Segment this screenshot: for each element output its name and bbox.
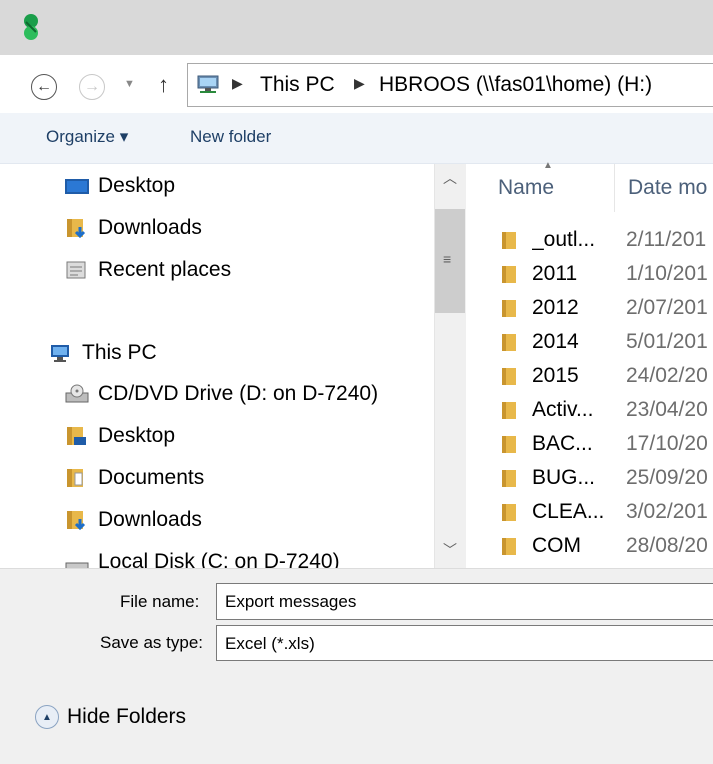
recent-places-icon bbox=[64, 259, 92, 281]
scroll-up-icon[interactable]: ︿ bbox=[434, 168, 466, 196]
desktop-icon bbox=[64, 175, 92, 197]
file-date: 24/02/20 bbox=[626, 364, 708, 387]
file-name: COM bbox=[532, 534, 581, 557]
local-disk-icon bbox=[64, 551, 92, 568]
breadcrumb-drive[interactable]: HBROOS (\\fas01\home) (H:) bbox=[379, 73, 652, 97]
column-divider[interactable] bbox=[614, 164, 615, 212]
nav-item-documents[interactable]: Documents bbox=[64, 463, 204, 493]
file-date: 1/10/201 bbox=[626, 262, 708, 285]
file-date: 2/07/201 bbox=[626, 296, 708, 319]
nav-item-downloads[interactable]: Downloads bbox=[64, 213, 202, 243]
nav-item-label: Downloads bbox=[98, 508, 202, 531]
folder-icon bbox=[500, 264, 524, 284]
desktop-folder-icon bbox=[64, 425, 92, 447]
file-row[interactable]: CLEA... 3/02/201 bbox=[500, 497, 713, 527]
scroll-grip-icon: ≡ bbox=[443, 251, 452, 267]
app-logo-icon bbox=[24, 14, 38, 40]
folder-icon bbox=[500, 434, 524, 454]
downloads-folder-icon bbox=[64, 217, 92, 239]
back-arrow-icon[interactable]: ← bbox=[31, 74, 57, 100]
title-bar bbox=[0, 0, 713, 55]
file-row[interactable]: Activ... 23/04/20 bbox=[500, 395, 713, 425]
column-header-date[interactable]: Date mo bbox=[628, 176, 707, 200]
file-name: 2014 bbox=[532, 330, 579, 353]
scroll-down-icon[interactable]: ﹀ bbox=[434, 540, 466, 568]
file-row[interactable]: COM 28/08/20 bbox=[500, 531, 713, 561]
navigation-pane[interactable]: Desktop Downloads Recent places This PC … bbox=[0, 164, 434, 568]
nav-item-label: Desktop bbox=[98, 424, 176, 447]
folder-icon bbox=[500, 366, 524, 386]
file-name: CLEA... bbox=[532, 500, 605, 523]
file-name: _outl... bbox=[532, 228, 596, 251]
folder-icon bbox=[500, 332, 524, 352]
nav-item-label: Documents bbox=[98, 466, 205, 489]
file-row[interactable]: 2014 5/01/201 bbox=[500, 327, 713, 357]
address-bar[interactable]: ▶ This PC ▶ HBROOS (\\fas01\home) (H:) bbox=[187, 63, 713, 107]
file-row[interactable]: _outl... 2/11/201 bbox=[500, 225, 713, 255]
hide-folders-button[interactable]: ▲ Hide Folders bbox=[35, 705, 186, 729]
file-name: Activ... bbox=[532, 398, 594, 421]
nav-item-label: Local Disk (C: on D-7240) bbox=[98, 550, 340, 568]
hide-folders-label: Hide Folders bbox=[67, 705, 187, 728]
file-date: 25/09/20 bbox=[626, 466, 708, 489]
file-name: 2015 bbox=[532, 364, 579, 387]
nav-item-local-disk[interactable]: Local Disk (C: on D-7240) bbox=[64, 547, 340, 568]
save-as-type-select[interactable]: Excel (*.xls) bbox=[216, 625, 713, 661]
column-header-name[interactable]: Name bbox=[498, 176, 554, 200]
downloads-folder-icon bbox=[64, 509, 92, 531]
file-date: 23/04/20 bbox=[626, 398, 708, 421]
nav-item-desktop-folder[interactable]: Desktop bbox=[64, 421, 175, 451]
recent-locations-chevron-icon[interactable]: ▼ bbox=[124, 78, 135, 90]
file-date: 5/01/201 bbox=[626, 330, 708, 353]
folder-icon bbox=[500, 400, 524, 420]
file-row[interactable]: BAC... 17/10/20 bbox=[500, 429, 713, 459]
file-date: 17/10/20 bbox=[626, 432, 708, 455]
file-date: 3/02/201 bbox=[626, 500, 708, 523]
folder-icon bbox=[500, 230, 524, 250]
nav-item-label: CD/DVD Drive (D: on D-7240) bbox=[98, 382, 379, 405]
file-name: 2011 bbox=[532, 262, 578, 285]
folder-icon bbox=[500, 502, 524, 522]
nav-item-recent-places[interactable]: Recent places bbox=[64, 255, 231, 285]
folder-icon bbox=[500, 536, 524, 556]
file-row[interactable]: BUG... 25/09/20 bbox=[500, 463, 713, 493]
dialog-bottom-edge bbox=[0, 754, 713, 764]
file-name: BAC... bbox=[532, 432, 593, 455]
file-name: BUG... bbox=[532, 466, 596, 489]
nav-item-label: This PC bbox=[82, 341, 157, 364]
new-folder-button[interactable]: New folder bbox=[190, 127, 271, 147]
breadcrumb-this-pc[interactable]: This PC bbox=[260, 73, 335, 97]
sort-ascending-icon: ▲ bbox=[543, 160, 553, 171]
up-arrow-icon[interactable]: ↑ bbox=[158, 72, 169, 98]
forward-arrow-icon[interactable]: → bbox=[79, 74, 105, 100]
file-name: 2012 bbox=[532, 296, 579, 319]
network-drive-icon bbox=[197, 75, 219, 93]
file-name-input[interactable]: Export messages bbox=[216, 583, 713, 620]
nav-item-this-pc[interactable]: This PC bbox=[48, 338, 157, 368]
folder-icon bbox=[500, 298, 524, 318]
organize-button[interactable]: Organize ▾ bbox=[46, 127, 128, 147]
computer-icon bbox=[48, 342, 76, 364]
breadcrumb-separator-icon[interactable]: ▶ bbox=[354, 75, 365, 92]
file-name-label: File name: bbox=[120, 592, 200, 611]
save-as-type-label: Save as type: bbox=[100, 633, 204, 652]
file-date: 28/08/20 bbox=[626, 534, 708, 557]
file-row[interactable]: 2015 24/02/20 bbox=[500, 361, 713, 391]
collapse-up-icon: ▲ bbox=[35, 705, 59, 729]
nav-item-downloads-2[interactable]: Downloads bbox=[64, 505, 202, 535]
file-date: 2/11/201 bbox=[626, 228, 707, 251]
nav-item-label: Downloads bbox=[98, 216, 202, 239]
folder-icon bbox=[500, 468, 524, 488]
nav-item-label: Desktop bbox=[98, 174, 176, 197]
file-row[interactable]: 2011 1/10/201 bbox=[500, 259, 713, 289]
nav-item-cd-drive[interactable]: CD/DVD Drive (D: on D-7240) bbox=[64, 379, 378, 409]
nav-item-label: Recent places bbox=[98, 258, 232, 281]
breadcrumb-separator-icon[interactable]: ▶ bbox=[232, 75, 243, 92]
cd-drive-icon bbox=[64, 383, 92, 405]
nav-item-desktop[interactable]: Desktop bbox=[64, 171, 175, 201]
documents-folder-icon bbox=[64, 467, 92, 489]
file-row[interactable]: 2012 2/07/201 bbox=[500, 293, 713, 323]
